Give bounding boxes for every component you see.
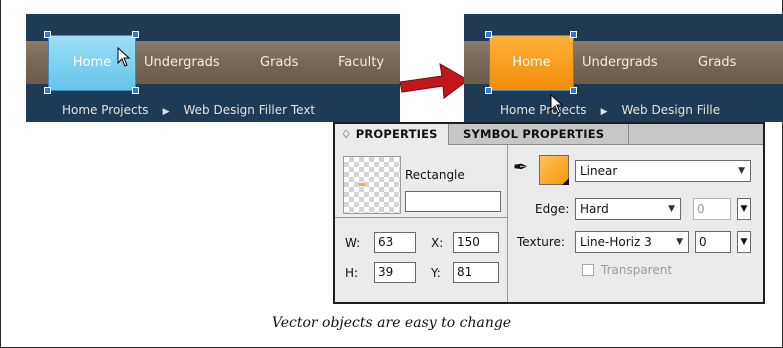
resize-handle[interactable]	[44, 31, 51, 38]
resize-handle[interactable]	[132, 31, 139, 38]
mouse-pointer-icon	[117, 47, 131, 67]
height-field[interactable]: 39	[374, 262, 416, 283]
chevron-down-icon: ▼	[738, 166, 745, 176]
subnav-item-web-design[interactable]: Web Design Fille	[621, 103, 720, 117]
edge-amount-dropdown[interactable]: ▼	[737, 198, 751, 220]
tab-symbol-properties[interactable]: SYMBOL PROPERTIES	[457, 124, 629, 145]
tab-properties[interactable]: ♢ PROPERTIES	[335, 124, 449, 145]
chevron-down-icon: ▼	[676, 237, 683, 247]
nav-preview-before: Home Undergrads Grads Faculty Home Proje…	[26, 14, 400, 122]
fill-type-value: Linear	[580, 164, 618, 178]
texture-value: Line-Horiz 3	[580, 235, 652, 249]
x-label: X:	[431, 236, 444, 250]
shape-type-label: Rectangle	[405, 168, 465, 182]
subnav: Home Projects ▶ Web Design Fille	[500, 100, 720, 120]
texture-amount-dropdown[interactable]: ▼	[737, 231, 751, 253]
resize-handle[interactable]	[570, 87, 577, 94]
chevron-down-icon: ▼	[668, 204, 675, 214]
subnav-item-home-projects[interactable]: Home Projects	[62, 103, 149, 117]
transparent-checkbox[interactable]	[582, 264, 594, 276]
resize-handle[interactable]	[485, 87, 492, 94]
subnav-separator-icon: ▶	[162, 107, 170, 117]
shape-thumbnail	[343, 156, 401, 214]
arrow-right-icon	[399, 63, 469, 99]
edge-amount-field[interactable]: 0	[693, 198, 731, 220]
texture-amount-field[interactable]: 0	[695, 231, 731, 253]
nav-item-grads[interactable]: Grads	[698, 41, 736, 84]
fill-type-select[interactable]: Linear ▼	[575, 160, 751, 182]
panel-divider	[335, 217, 507, 218]
width-label: W:	[345, 236, 361, 250]
width-field[interactable]: 63	[374, 232, 416, 253]
nav-item-undergrads[interactable]: Undergrads	[582, 41, 658, 84]
figure-caption: Vector objects are easy to change	[271, 315, 512, 331]
texture-select[interactable]: Line-Horiz 3 ▼	[575, 231, 689, 253]
fill-color-swatch[interactable]	[539, 155, 569, 185]
edge-value: Hard	[580, 202, 609, 216]
y-field[interactable]: 81	[453, 262, 499, 283]
mouse-pointer-icon	[550, 94, 564, 114]
edge-select[interactable]: Hard ▼	[575, 198, 681, 220]
y-label: Y:	[431, 266, 441, 280]
nav-item-grads[interactable]: Grads	[260, 41, 298, 84]
resize-handle[interactable]	[570, 31, 577, 38]
subnav: Home Projects ▶ Web Design Filler Text	[62, 100, 315, 120]
edge-label: Edge:	[535, 202, 570, 216]
subnav-item-home-projects[interactable]: Home Projects	[500, 103, 587, 117]
nav-item-undergrads[interactable]: Undergrads	[144, 41, 220, 84]
nav-preview-after: Home Undergrads Grads Home Projects ▶ Web …	[464, 14, 783, 122]
instance-name-field[interactable]	[405, 191, 501, 212]
properties-panel: ♢ PROPERTIES SYMBOL PROPERTIES Rectangle…	[333, 122, 765, 304]
resize-handle[interactable]	[44, 87, 51, 94]
resize-handle[interactable]	[132, 87, 139, 94]
subnav-separator-icon: ▶	[600, 107, 608, 117]
resize-handle[interactable]	[485, 31, 492, 38]
texture-label: Texture:	[517, 235, 565, 249]
panel-divider	[507, 145, 508, 302]
nav-item-faculty[interactable]: Faculty	[338, 41, 384, 84]
x-field[interactable]: 150	[453, 232, 499, 253]
selection-outline	[489, 35, 574, 91]
subnav-item-web-design[interactable]: Web Design Filler Text	[183, 103, 315, 117]
panel-tab-bar: ♢ PROPERTIES SYMBOL PROPERTIES	[335, 124, 763, 145]
transparent-label: Transparent	[601, 263, 673, 277]
paint-bucket-icon: ✒	[513, 157, 529, 178]
height-label: H:	[345, 266, 359, 280]
